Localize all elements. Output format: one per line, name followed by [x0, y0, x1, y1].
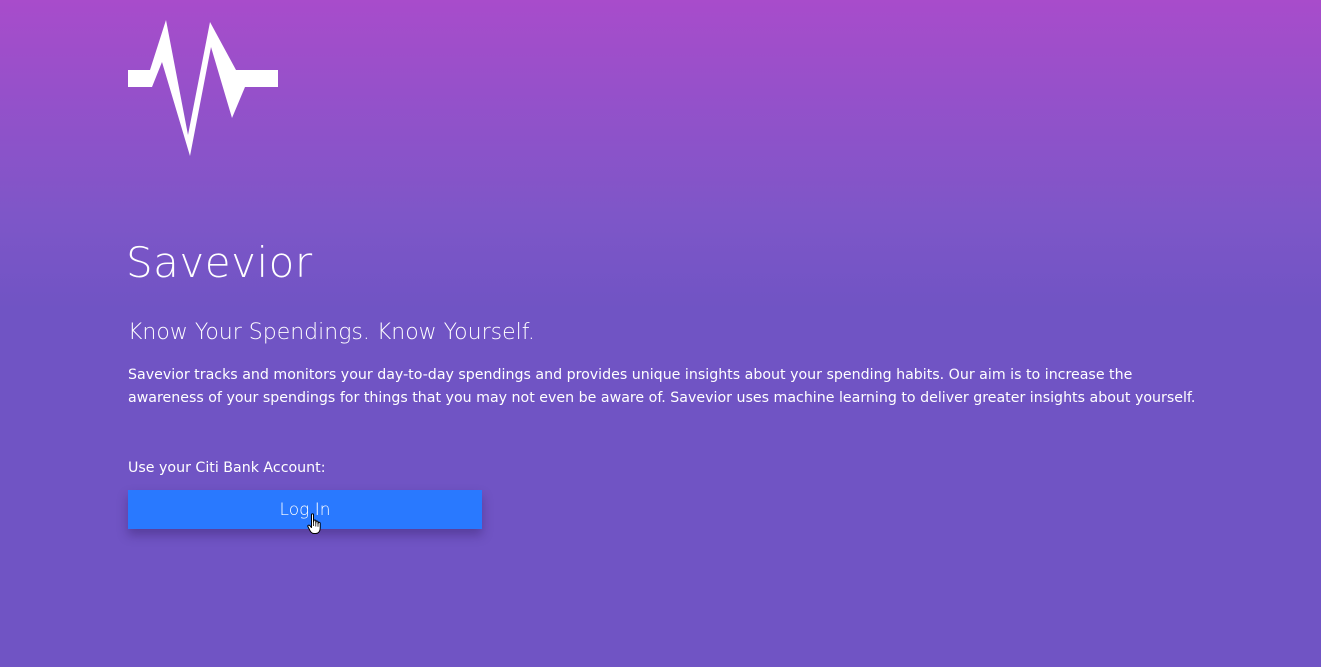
app-description: Savevior tracks and monitors your day-to… [128, 367, 1196, 406]
tagline: Know Your Spendings. Know Yourself. [128, 320, 535, 345]
citi-account-label: Use your Citi Bank Account: [128, 460, 326, 476]
app-title: Savevior [126, 238, 313, 287]
login-button[interactable]: Log In [128, 490, 482, 529]
logo-pulse-icon [128, 18, 278, 158]
